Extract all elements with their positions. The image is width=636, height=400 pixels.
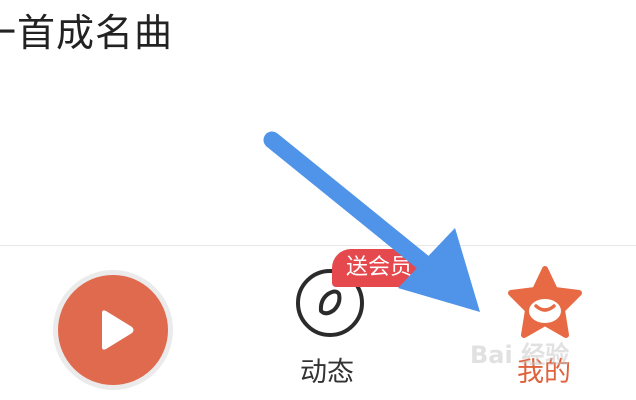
star-face-icon[interactable] [505, 265, 585, 341]
vip-badge: 送会员 [332, 249, 427, 287]
app-screen: 一首成名曲 动态 送会员 我的 Bai 经验 [0, 0, 636, 400]
play-button[interactable] [53, 270, 173, 390]
nav-label-mine[interactable]: 我的 [517, 350, 571, 389]
nav-label-dynamic[interactable]: 动态 [300, 350, 354, 389]
play-button-circle[interactable] [58, 275, 168, 385]
play-icon [102, 310, 134, 350]
song-title: 一首成名曲 [0, 11, 174, 55]
nav-divider [0, 245, 636, 246]
